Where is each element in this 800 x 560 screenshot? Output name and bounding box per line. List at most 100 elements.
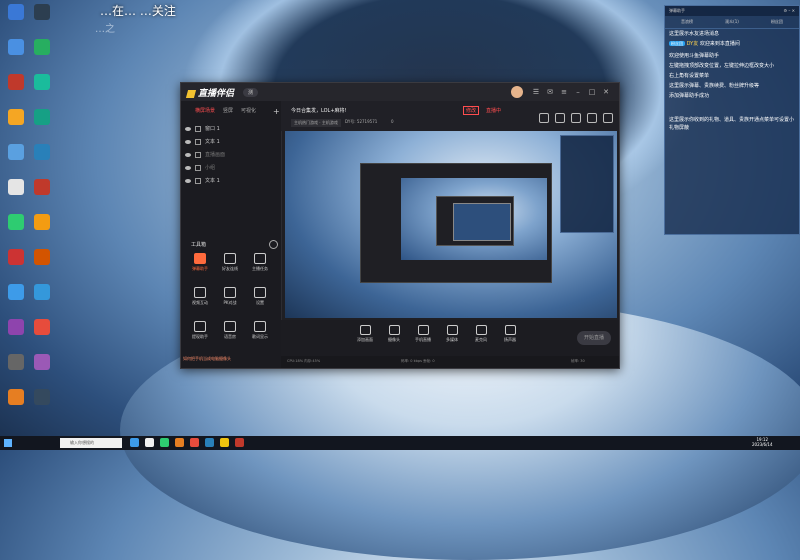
desktop-icon[interactable] <box>4 249 28 265</box>
toolbox-settings-icon[interactable] <box>269 240 278 249</box>
category-tag[interactable]: 主机热门游戏 · 主机游戏 <box>291 119 341 127</box>
app-icon <box>8 39 24 55</box>
tool-item[interactable]: 提现助手 <box>187 321 213 340</box>
stat-item[interactable]: 观众(1) <box>725 19 739 25</box>
stat-item[interactable]: 粉丝团 <box>771 19 783 25</box>
taskbar-app-icon[interactable] <box>175 438 184 447</box>
chat-message: 右上角有设置菜单 <box>665 71 799 81</box>
share-icon[interactable] <box>571 113 581 123</box>
desktop-icon[interactable] <box>4 319 28 335</box>
tab-landscape[interactable]: 横屏场景 <box>195 107 215 114</box>
danmu-header[interactable]: 弹幕助手 ⚙ – ✕ <box>665 6 799 16</box>
camera-tip-link[interactable]: 如何把手机当成电脑摄像头 <box>183 356 231 362</box>
windows-start-icon[interactable] <box>4 439 12 447</box>
edit-title-button[interactable]: 修改 <box>463 106 480 115</box>
mail-icon[interactable]: ✉ <box>545 87 555 97</box>
desktop-icon[interactable] <box>4 354 28 370</box>
desktop-icon[interactable] <box>30 74 54 90</box>
danmu-panel[interactable]: 弹幕助手 ⚙ – ✕ 音浪榜 观众(1) 粉丝团 这里展示水友进场消息 粉丝团 D… <box>664 5 800 235</box>
skin-icon[interactable]: ☰ <box>531 87 541 97</box>
eye-icon[interactable] <box>185 126 191 131</box>
chat-username[interactable]: DY友 <box>687 41 699 47</box>
taskbar-app-icon[interactable] <box>145 438 154 447</box>
desktop-icon[interactable] <box>4 39 28 55</box>
title-bar[interactable]: 直播伴侣 测 ☰ ✉ ≡ – □ ✕ <box>181 83 619 101</box>
taskbar-app-icon[interactable] <box>205 438 214 447</box>
desktop-icon[interactable] <box>30 109 54 125</box>
eye-icon[interactable] <box>185 178 191 183</box>
tool-item[interactable]: 设置 <box>247 287 273 306</box>
desktop-icon[interactable] <box>4 214 28 230</box>
desktop-icon[interactable] <box>30 284 54 300</box>
source-button[interactable]: 麦克风 <box>467 325 495 343</box>
scene-item[interactable]: 小组 <box>185 164 215 171</box>
eye-icon[interactable] <box>185 152 191 157</box>
bell-icon[interactable] <box>587 113 597 123</box>
scene-item[interactable]: 窗口 1 <box>185 125 220 132</box>
add-scene-icon[interactable]: + <box>273 107 280 116</box>
taskbar-search[interactable]: 输入你想搜的 <box>60 438 122 448</box>
taskbar-app-icon[interactable] <box>130 438 139 447</box>
tab-portrait[interactable]: 竖屏 <box>223 107 233 114</box>
taskbar-app-icon[interactable] <box>220 438 229 447</box>
version-badge[interactable]: 测 <box>243 88 259 97</box>
scene-item[interactable]: 文本 1 <box>185 177 220 184</box>
tool-item[interactable]: 弹幕助手 <box>187 253 213 272</box>
clock[interactable]: 19:12 2023/6/14 <box>752 437 773 447</box>
desktop-icon[interactable] <box>4 109 28 125</box>
tab-visual[interactable]: 可视化 <box>241 107 256 114</box>
close-button[interactable]: ✕ <box>601 87 611 97</box>
source-button[interactable]: 手机直播 <box>409 325 437 343</box>
desktop-icon[interactable] <box>30 4 54 20</box>
desktop-icon[interactable] <box>30 389 54 405</box>
source-button[interactable]: 扬声器 <box>496 325 524 343</box>
desktop-icon[interactable] <box>30 249 54 265</box>
taskbar-app-icon[interactable] <box>160 438 169 447</box>
maximize-button[interactable]: □ <box>587 87 597 97</box>
lock-icon[interactable] <box>195 125 201 132</box>
desktop-icon[interactable] <box>4 74 28 90</box>
tool-item[interactable]: 好友连线 <box>217 253 243 272</box>
taskbar-app-icon[interactable] <box>235 438 244 447</box>
tool-item[interactable]: PK对战 <box>217 287 243 306</box>
start-live-button[interactable]: 开始直播 <box>577 331 611 345</box>
scene-item[interactable]: 文本 1 <box>185 138 220 145</box>
tool-item[interactable]: 语音房 <box>217 321 243 340</box>
eye-icon[interactable] <box>185 139 191 144</box>
desktop-icon[interactable] <box>30 179 54 195</box>
more-icon[interactable] <box>603 113 613 123</box>
desktop-icon[interactable] <box>4 284 28 300</box>
tool-label: 提现助手 <box>192 334 208 339</box>
gift-icon[interactable] <box>539 113 549 123</box>
source-button[interactable]: 添加画面 <box>351 325 379 343</box>
scene-item[interactable]: 直播画面 <box>185 151 225 158</box>
lock-icon[interactable] <box>195 151 201 158</box>
desktop-icon[interactable] <box>30 354 54 370</box>
desktop-icon[interactable] <box>30 214 54 230</box>
lock-icon[interactable] <box>195 164 201 171</box>
avatar[interactable] <box>511 86 523 98</box>
tool-item[interactable]: 主播任务 <box>247 253 273 272</box>
desktop-icon[interactable] <box>30 39 54 55</box>
shop-icon[interactable] <box>555 113 565 123</box>
eye-icon[interactable] <box>185 165 191 170</box>
source-button[interactable]: 摄像头 <box>380 325 408 343</box>
desktop-icon[interactable] <box>4 144 28 160</box>
stat-item[interactable]: 音浪榜 <box>681 19 693 25</box>
tool-item[interactable]: 歌词显示 <box>247 321 273 340</box>
tool-item[interactable]: 视频互动 <box>187 287 213 306</box>
lock-icon[interactable] <box>195 177 201 184</box>
source-button[interactable]: 多媒体 <box>438 325 466 343</box>
desktop-icon[interactable] <box>30 319 54 335</box>
scene-label: 窗口 1 <box>205 126 220 132</box>
desktop-icon[interactable] <box>4 389 28 405</box>
danmu-controls[interactable]: ⚙ – ✕ <box>784 8 795 13</box>
lock-icon[interactable] <box>195 138 201 145</box>
minimize-button[interactable]: – <box>573 87 583 97</box>
taskbar-app-icon[interactable] <box>190 438 199 447</box>
desktop-icon[interactable] <box>30 144 54 160</box>
menu-icon[interactable]: ≡ <box>559 87 569 97</box>
stream-preview[interactable] <box>285 131 617 318</box>
desktop-icon[interactable] <box>4 4 28 20</box>
desktop-icon[interactable] <box>4 179 28 195</box>
